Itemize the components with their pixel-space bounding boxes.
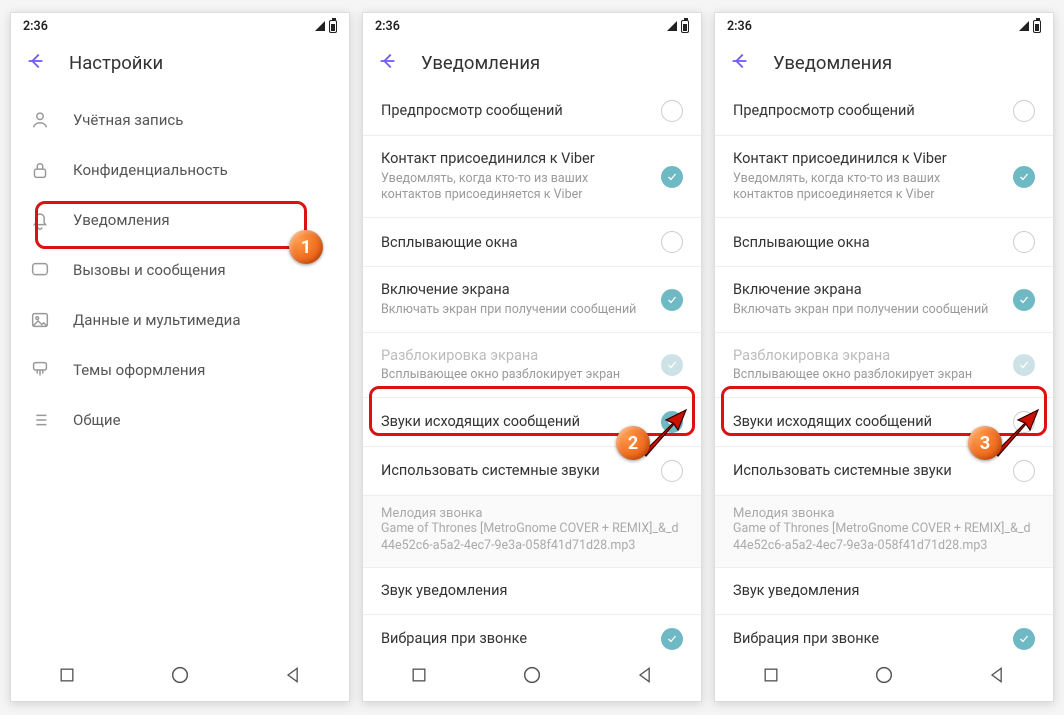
nav-home-icon[interactable] — [521, 664, 543, 690]
item-screenon[interactable]: Включение экрана Включать экран при полу… — [363, 267, 701, 332]
page-title: Уведомления — [773, 52, 892, 74]
appbar: Уведомления — [363, 39, 701, 87]
toggle-icon[interactable] — [1013, 166, 1035, 188]
person-icon — [29, 109, 51, 131]
menu-label: Данные и мультимедиа — [73, 311, 240, 329]
item-vibrate[interactable]: Вибрация при звонке — [715, 615, 1053, 654]
notifications-list: Предпросмотр сообщений Контакт присоедин… — [363, 87, 701, 653]
nav-back-icon[interactable] — [635, 665, 655, 689]
toggle-icon — [1013, 354, 1035, 376]
toggle-icon[interactable] — [661, 166, 683, 188]
toggle-icon[interactable] — [1013, 628, 1035, 650]
clock: 2:36 — [23, 19, 48, 34]
signal-icon — [315, 21, 325, 31]
nav-back-icon[interactable] — [283, 665, 303, 689]
item-screenon[interactable]: Включение экрана Включать экран при полу… — [715, 267, 1053, 332]
item-preview[interactable]: Предпросмотр сообщений — [363, 87, 701, 136]
brush-icon — [29, 359, 51, 381]
lock-icon — [29, 159, 51, 181]
item-unlock: Разблокировка экрана Всплывающее окно ра… — [715, 333, 1053, 398]
item-joined[interactable]: Контакт присоединился к Viber Уведомлять… — [715, 136, 1053, 218]
back-icon[interactable] — [25, 50, 47, 76]
nav-home-icon[interactable] — [873, 664, 895, 690]
toggle-icon[interactable] — [661, 100, 683, 122]
android-navbar — [11, 653, 349, 701]
battery-icon — [329, 20, 337, 33]
page-title: Настройки — [69, 52, 163, 74]
menu-item-themes[interactable]: Темы оформления — [11, 345, 349, 395]
statusbar: 2:36 — [715, 13, 1053, 39]
nav-recent-icon[interactable] — [761, 665, 781, 689]
page-title: Уведомления — [421, 52, 540, 74]
toggle-icon[interactable] — [1013, 100, 1035, 122]
notifications-list: Предпросмотр сообщений Контакт присоедин… — [715, 87, 1053, 653]
back-icon[interactable] — [729, 50, 751, 76]
settings-menu: Учётная запись Конфиденциальность Уведом… — [11, 87, 349, 653]
menu-item-account[interactable]: Учётная запись — [11, 95, 349, 145]
step-badge-1: 1 — [289, 230, 323, 264]
toggle-icon[interactable] — [661, 460, 683, 482]
image-icon — [29, 309, 51, 331]
toggle-icon[interactable] — [661, 289, 683, 311]
battery-icon — [681, 20, 689, 33]
toggle-icon[interactable] — [1013, 231, 1035, 253]
item-joined[interactable]: Контакт присоединился к Viber Уведомлять… — [363, 136, 701, 218]
phone-notifications-on: 2:36 Уведомления Предпросмотр сообщений … — [362, 12, 702, 702]
appbar: Уведомления — [715, 39, 1053, 87]
toggle-icon[interactable] — [661, 231, 683, 253]
clock: 2:36 — [375, 19, 400, 34]
menu-label: Учётная запись — [73, 111, 183, 129]
menu-label: Уведомления — [73, 211, 170, 229]
toggle-icon — [661, 354, 683, 376]
signal-icon — [667, 21, 677, 31]
back-icon[interactable] — [377, 50, 399, 76]
chat-icon — [29, 259, 51, 281]
menu-label: Конфиденциальность — [73, 161, 228, 179]
signal-icon — [1019, 21, 1029, 31]
android-navbar — [715, 653, 1053, 701]
phone-settings: 2:36 Настройки Учётная запись Конфиденци… — [10, 12, 350, 702]
menu-label: Вызовы и сообщения — [73, 261, 226, 279]
step-badge-2: 2 — [616, 426, 650, 460]
nav-recent-icon[interactable] — [57, 665, 77, 689]
item-popups[interactable]: Всплывающие окна — [363, 218, 701, 267]
ringtone-info[interactable]: Мелодия звонка Game of Thrones [MetroGno… — [363, 496, 701, 568]
battery-icon — [1033, 20, 1041, 33]
step-badge-3: 3 — [968, 426, 1002, 460]
nav-back-icon[interactable] — [987, 665, 1007, 689]
toggle-icon[interactable] — [1013, 289, 1035, 311]
menu-item-privacy[interactable]: Конфиденциальность — [11, 145, 349, 195]
toggle-icon[interactable] — [661, 628, 683, 650]
appbar: Настройки — [11, 39, 349, 87]
ringtone-info[interactable]: Мелодия звонка Game of Thrones [MetroGno… — [715, 496, 1053, 568]
statusbar: 2:36 — [363, 13, 701, 39]
item-notif-sound[interactable]: Звук уведомления — [715, 568, 1053, 615]
menu-label: Общие — [73, 411, 121, 429]
item-preview[interactable]: Предпросмотр сообщений — [715, 87, 1053, 136]
android-navbar — [363, 653, 701, 701]
menu-item-media[interactable]: Данные и мультимедиа — [11, 295, 349, 345]
item-popups[interactable]: Всплывающие окна — [715, 218, 1053, 267]
clock: 2:36 — [727, 19, 752, 34]
item-vibrate[interactable]: Вибрация при звонке — [363, 615, 701, 654]
item-notif-sound[interactable]: Звук уведомления — [363, 568, 701, 615]
toggle-icon[interactable] — [1013, 460, 1035, 482]
bell-icon — [29, 209, 51, 231]
list-icon — [29, 409, 51, 431]
item-unlock: Разблокировка экрана Всплывающее окно ра… — [363, 333, 701, 398]
nav-home-icon[interactable] — [169, 664, 191, 690]
statusbar: 2:36 — [11, 13, 349, 39]
menu-label: Темы оформления — [73, 361, 205, 379]
nav-recent-icon[interactable] — [409, 665, 429, 689]
phone-notifications-off: 2:36 Уведомления Предпросмотр сообщений … — [714, 12, 1054, 702]
menu-item-general[interactable]: Общие — [11, 395, 349, 445]
